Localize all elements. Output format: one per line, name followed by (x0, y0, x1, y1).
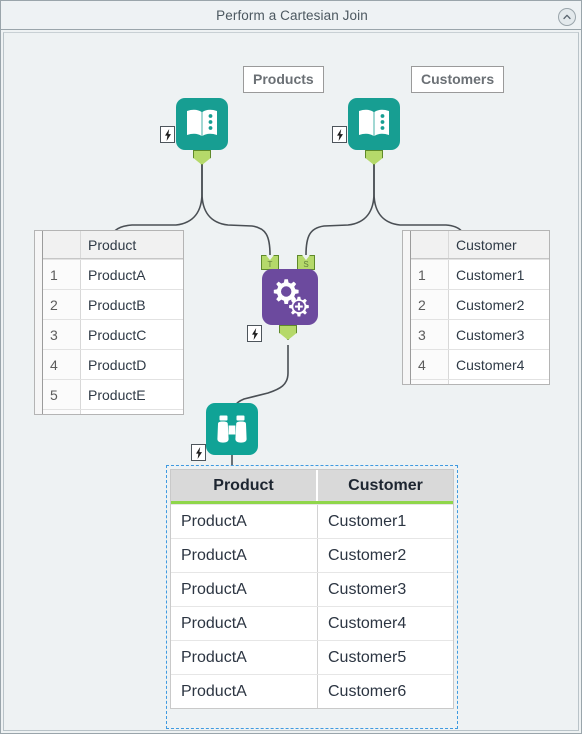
header-index-cell (43, 231, 81, 258)
table-row[interactable]: 4 Customer4 (411, 349, 549, 379)
row-value: Customer5 (449, 380, 549, 384)
customers-input-node[interactable] (348, 98, 400, 150)
table-header-row: Customer (411, 231, 549, 259)
result-header-row: Product Customer (171, 470, 453, 504)
table-row[interactable]: 3 Customer3 (411, 319, 549, 349)
customers-lightning-bolt-icon (332, 126, 347, 143)
row-index: 2 (43, 290, 81, 319)
result-row[interactable]: ProductA Customer2 (171, 538, 453, 572)
join-output-connector[interactable] (279, 325, 297, 340)
result-cell-product: ProductA (171, 607, 318, 640)
table-row[interactable]: 3 ProductC (43, 319, 183, 349)
input-data-book-icon (359, 109, 389, 136)
row-index: 1 (43, 260, 81, 289)
result-cell-product: ProductA (171, 573, 318, 606)
customers-data-grid[interactable]: Customer 1 Customer1 2 Customer2 3 Custo… (402, 230, 550, 385)
result-row[interactable]: ProductA Customer3 (171, 572, 453, 606)
row-index: 5 (411, 380, 449, 384)
result-row[interactable]: ProductA Customer5 (171, 640, 453, 674)
workflow-canvas[interactable]: Products Customers Product 1 ProductA 2 … (3, 32, 579, 731)
row-index: 3 (43, 320, 81, 349)
header-customer-cell: Customer (456, 236, 517, 253)
row-value: ProductF (81, 410, 183, 414)
row-value: ProductD (88, 356, 147, 373)
cartesian-join-result-grid[interactable]: Product Customer ProductA Customer1 Prod… (166, 465, 458, 729)
page-title: Perform a Cartesian Join (216, 7, 368, 23)
table-row[interactable]: 1 ProductA (43, 259, 183, 289)
result-cell-product: ProductA (171, 641, 318, 674)
row-value: ProductB (88, 296, 146, 313)
result-table: Product Customer ProductA Customer1 Prod… (170, 469, 454, 709)
join-input-connector-s[interactable]: S (297, 255, 315, 270)
table-header-row: Product (43, 231, 183, 259)
table-row[interactable]: 5 Customer5 (411, 379, 549, 384)
row-index: 6 (43, 410, 81, 414)
table-row[interactable]: 4 ProductD (43, 349, 183, 379)
row-index: 4 (43, 350, 81, 379)
row-index: 5 (43, 380, 81, 409)
cartesian-join-node[interactable] (262, 269, 318, 325)
row-value: Customer4 (456, 356, 525, 373)
table-row[interactable]: 2 ProductB (43, 289, 183, 319)
row-index: 1 (411, 260, 449, 289)
products-data-grid[interactable]: Product 1 ProductA 2 ProductB 3 ProductC… (34, 230, 184, 415)
result-row[interactable]: ProductA Customer1 (171, 504, 453, 538)
result-cell-customer: Customer6 (328, 682, 407, 700)
products-lightning-bolt-icon (160, 126, 175, 143)
result-cell-customer: Customer3 (328, 580, 407, 598)
row-value: Customer3 (456, 326, 525, 343)
gears-append-icon (273, 279, 309, 317)
result-row[interactable]: ProductA Customer6 (171, 674, 453, 708)
window-title-bar: Perform a Cartesian Join (1, 1, 581, 30)
grid-gutter (35, 231, 43, 414)
row-index: 4 (411, 350, 449, 379)
grid-gutter (403, 231, 411, 384)
result-cell-product: ProductA (171, 675, 318, 708)
result-cell-customer: Customer5 (328, 648, 407, 666)
workflow-window: Perform a Cartesian Join Products Custom… (0, 0, 582, 734)
row-index: 3 (411, 320, 449, 349)
row-value: ProductC (88, 326, 147, 343)
result-cell-customer: Customer2 (328, 546, 407, 564)
row-value: Customer1 (456, 266, 525, 283)
join-lightning-bolt-icon (247, 325, 262, 342)
result-cell-product: ProductA (171, 539, 318, 572)
result-header-customer: Customer (348, 476, 423, 494)
row-value: ProductA (88, 266, 146, 283)
input-data-book-icon (187, 109, 217, 136)
table-row[interactable]: 2 Customer2 (411, 289, 549, 319)
table-row[interactable]: 5 ProductE (43, 379, 183, 409)
products-output-connector[interactable] (193, 150, 211, 165)
result-row[interactable]: ProductA Customer4 (171, 606, 453, 640)
table-row[interactable]: 1 Customer1 (411, 259, 549, 289)
join-input-connector-t[interactable]: T (261, 255, 279, 270)
header-product-cell: Product (88, 236, 137, 253)
row-value: ProductE (88, 386, 146, 403)
chevron-up-icon[interactable] (558, 8, 576, 26)
result-cell-customer: Customer1 (328, 512, 407, 530)
row-value: Customer2 (456, 296, 525, 313)
customers-annotation-label[interactable]: Customers (411, 66, 505, 93)
products-annotation-label[interactable]: Products (243, 66, 324, 93)
browse-lightning-bolt-icon (191, 444, 206, 461)
row-index: 2 (411, 290, 449, 319)
binoculars-icon (217, 415, 247, 443)
result-header-product: Product (171, 470, 318, 501)
result-cell-product: ProductA (171, 505, 318, 538)
browse-results-node[interactable] (206, 403, 258, 455)
products-input-node[interactable] (176, 98, 228, 150)
table-row[interactable]: 6 ProductF (43, 409, 183, 414)
header-index-cell (411, 231, 449, 258)
result-cell-customer: Customer4 (328, 614, 407, 632)
customers-output-connector[interactable] (365, 150, 383, 165)
